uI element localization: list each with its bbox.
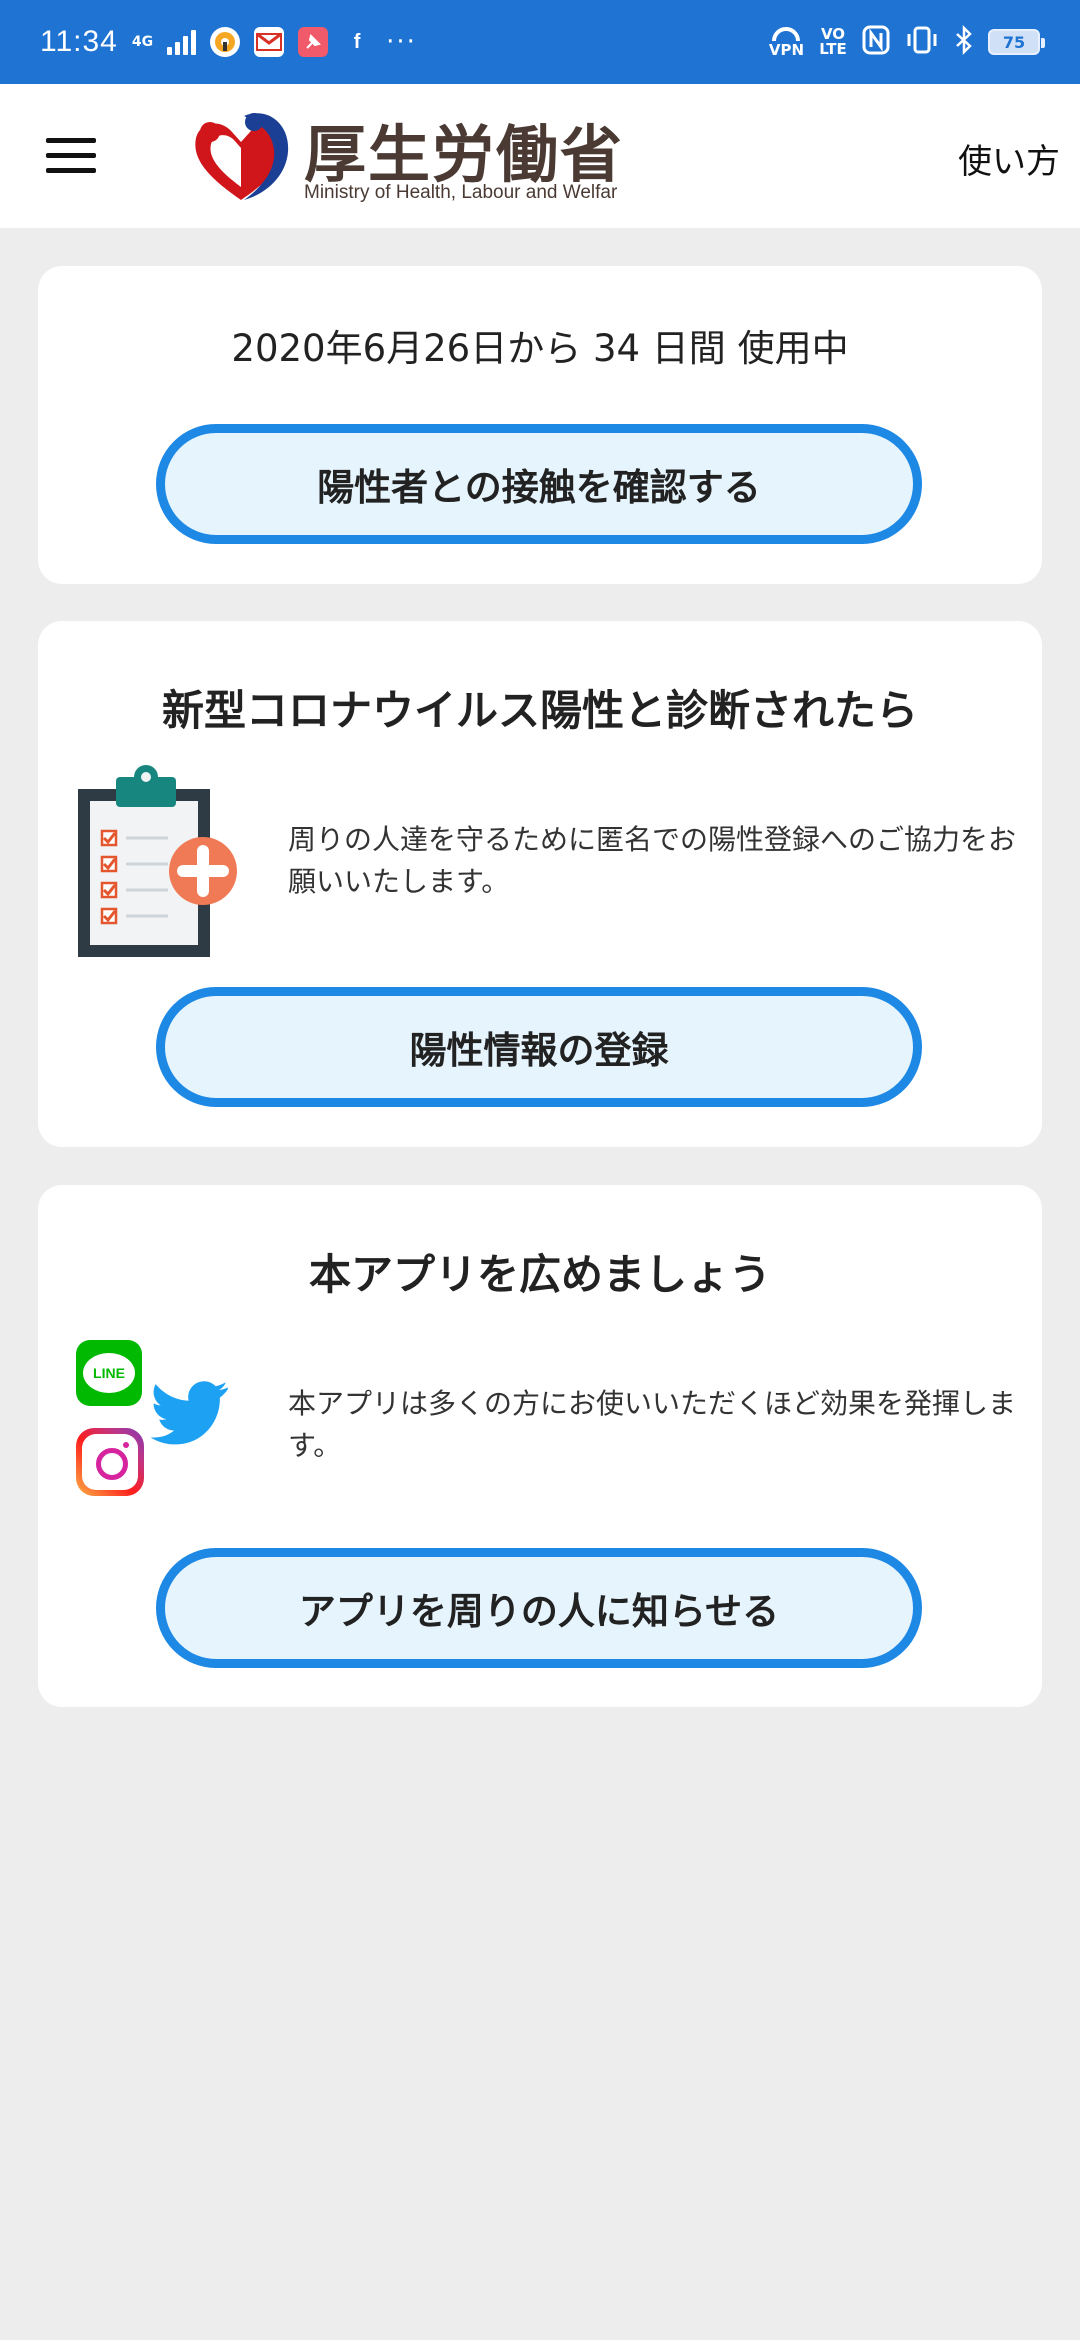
clock: 11:34 [40, 25, 118, 58]
usage-duration-text: 2020年6月26日から 34 日間 使用中 [231, 327, 849, 370]
share-card-description: 本アプリは多くの方にお使いいただくほど効果を発揮します。 [288, 1387, 1017, 1462]
twitter-icon [150, 1381, 228, 1445]
status-bar-left: 11:34 4G f ··· [40, 25, 417, 59]
usage-card: 2020年6月26日から 34 日間 使用中 陽性者との接触を確認する [38, 266, 1042, 584]
status-bar-right: VPN VO LTE 75 [769, 24, 1045, 59]
signal-icon [167, 29, 197, 55]
line-label: LINE [83, 1353, 135, 1393]
battery-icon: 75 [988, 29, 1045, 55]
social-icons: LINE [76, 1340, 236, 1500]
bluetooth-icon [954, 24, 974, 59]
pin-icon [298, 27, 329, 57]
logo-subtitle: Ministry of Health, Labour and Welfar [304, 182, 618, 203]
instagram-icon [76, 1428, 144, 1496]
volte-icon: VO LTE [819, 25, 847, 58]
status-bar: 11:34 4G f ··· VPN VO LTE 75 [0, 0, 1080, 84]
share-app-button[interactable]: アプリを周りの人に知らせる [156, 1548, 922, 1668]
radio-icon [210, 27, 241, 57]
vpn-icon: VPN [769, 26, 804, 58]
share-app-card: 本アプリを広めましょう LINE 本アプリは多くの方にお使いいただくほど効果を発… [38, 1185, 1042, 1707]
vibrate-icon [904, 26, 940, 58]
gmail-icon [254, 27, 285, 57]
positive-card-description: 周りの人達を守るために匿名での陽性登録へのご協力をお願いいたします。 [288, 823, 1017, 898]
menu-icon[interactable] [46, 138, 96, 174]
positive-card-title: 新型コロナウイルス陽性と診断されたら [161, 686, 918, 735]
ministry-logo: 厚生労働省 Ministry of Health, Labour and Wel… [186, 102, 622, 212]
app-bar: 厚生労働省 Ministry of Health, Labour and Wel… [0, 84, 1080, 228]
heart-logo-icon [195, 113, 289, 200]
how-to-use-link[interactable]: 使い方 [958, 134, 1060, 183]
nfc-icon [862, 25, 890, 59]
positive-registration-card: 新型コロナウイルス陽性と診断されたら 周りの人達を守るために匿名での陽性登録への… [38, 621, 1042, 1147]
share-card-title: 本アプリを広めましょう [308, 1250, 771, 1299]
clipboard-checklist-icon [78, 765, 237, 957]
register-positive-button[interactable]: 陽性情報の登録 [156, 987, 922, 1107]
check-contact-button[interactable]: 陽性者との接触を確認する [156, 424, 922, 544]
logo-title: 厚生労働省 [304, 118, 625, 191]
more-notifications-icon: ··· [386, 27, 417, 57]
facebook-icon: f [353, 30, 361, 53]
network-type: 4G [131, 34, 154, 50]
line-icon: LINE [76, 1340, 142, 1406]
